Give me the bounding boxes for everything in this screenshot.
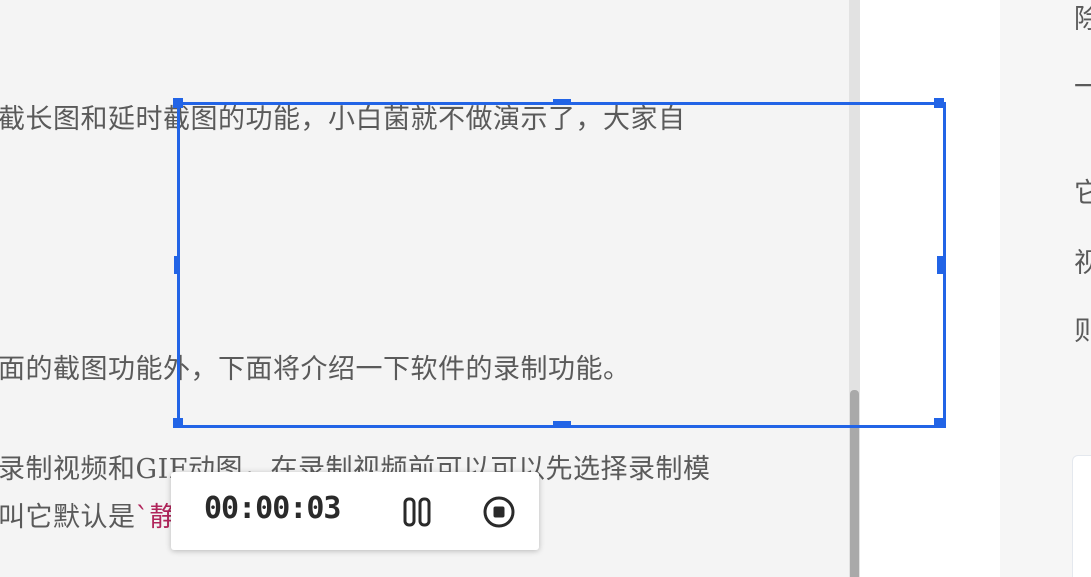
stop-record-button[interactable]	[481, 494, 517, 530]
recording-timer: 00:00:03	[204, 491, 341, 526]
resize-handle-top-left[interactable]	[173, 98, 183, 108]
article-text: 叫它默认是	[0, 502, 136, 533]
resize-handle-bottom-right[interactable]	[934, 418, 944, 428]
side-panel: 除 一 它 视 则	[1000, 0, 1091, 577]
side-text: 则	[1074, 316, 1091, 347]
recording-toolbar: 00:00:03	[171, 472, 539, 550]
side-card	[1072, 455, 1091, 577]
resize-handle-right[interactable]	[937, 256, 943, 274]
stop-record-icon	[483, 496, 515, 528]
side-text: 一	[1074, 72, 1091, 103]
resize-handle-bottom[interactable]	[553, 421, 571, 427]
pause-button[interactable]	[402, 496, 434, 528]
resize-handle-left[interactable]	[174, 256, 180, 274]
resize-handle-bottom-left[interactable]	[173, 418, 183, 428]
side-text: 视	[1074, 248, 1091, 279]
resize-handle-top[interactable]	[553, 99, 571, 105]
article-line: 叫它默认是`静	[0, 500, 177, 536]
side-text: 它	[1074, 178, 1091, 209]
resize-handle-top-right[interactable]	[934, 98, 944, 108]
capture-selection-frame[interactable]	[177, 102, 946, 428]
pause-icon	[403, 497, 431, 527]
side-text: 除	[1074, 4, 1091, 35]
